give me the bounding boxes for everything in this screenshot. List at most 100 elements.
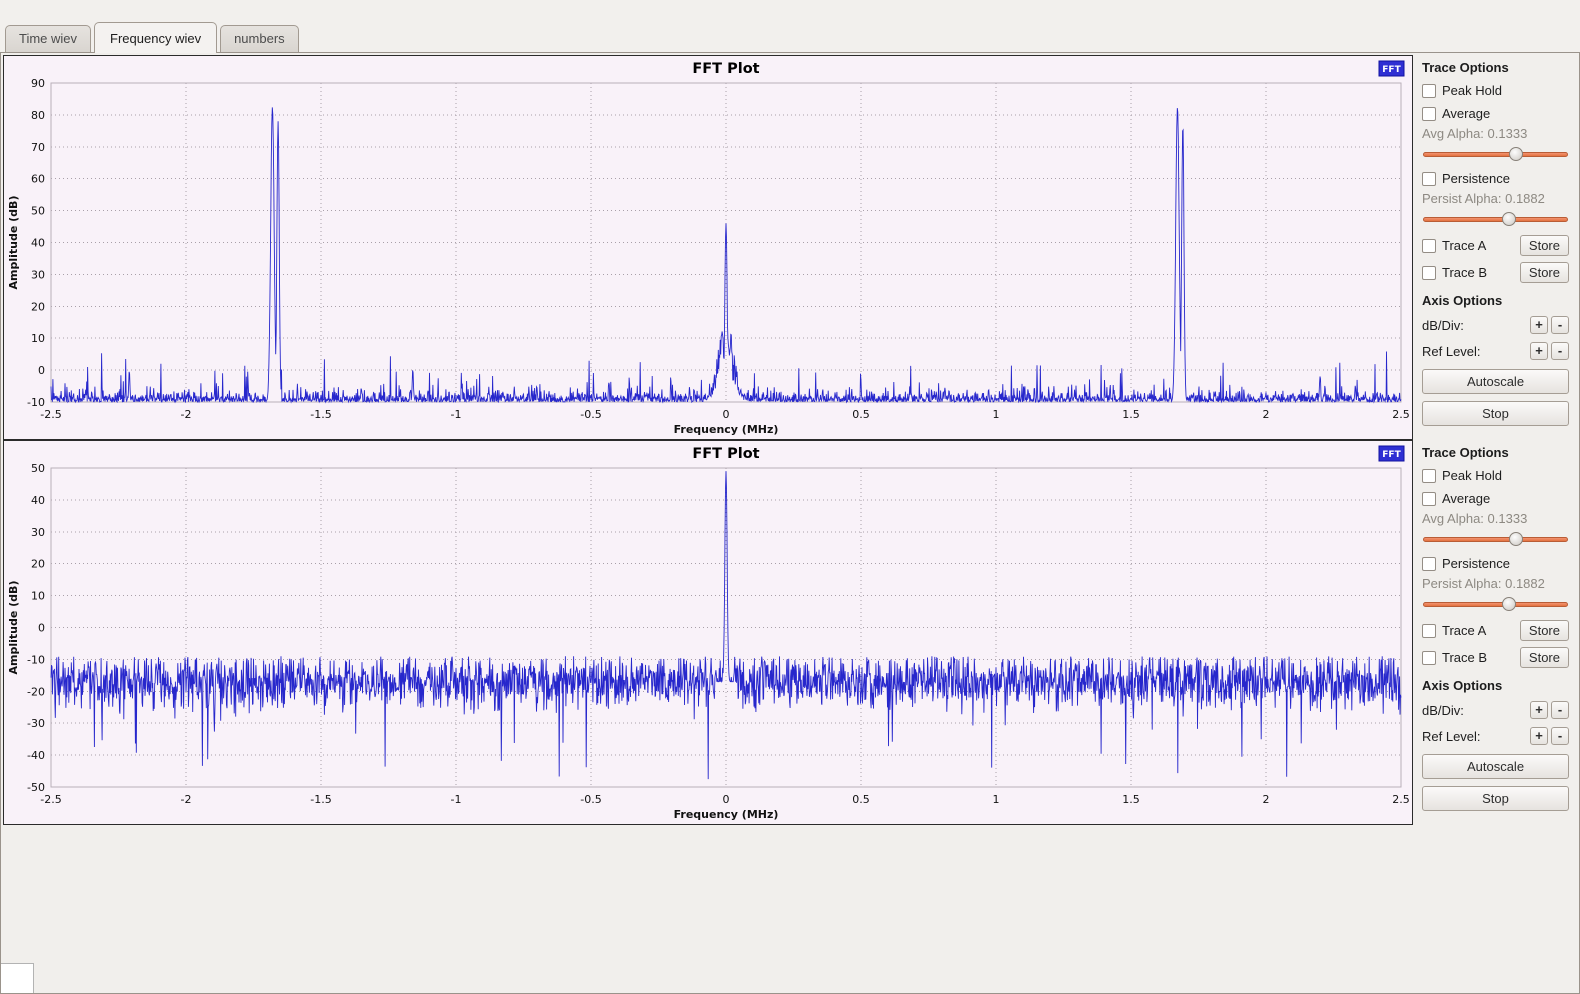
avg-alpha-slider[interactable] — [1423, 531, 1568, 548]
fft-plot-top[interactable]: -2.5-2-1.5-1-0.500.511.522.5-10010203040… — [3, 55, 1413, 440]
trace-b-label: Trace B — [1442, 265, 1487, 280]
fft-plot-top-canvas[interactable]: -2.5-2-1.5-1-0.500.511.522.5-10010203040… — [4, 56, 1412, 439]
slider-track — [1423, 152, 1568, 157]
ref-level-plus-button[interactable]: + — [1530, 727, 1548, 745]
persist-alpha-slider[interactable] — [1423, 211, 1568, 228]
peak-hold-label: Peak Hold — [1442, 468, 1502, 483]
db-div-row: dB/Div: + - — [1422, 314, 1569, 336]
svg-text:1.5: 1.5 — [1122, 408, 1140, 421]
persist-alpha-label: Persist Alpha: 0.1882 — [1422, 191, 1569, 209]
autoscale-button[interactable]: Autoscale — [1422, 369, 1569, 394]
trace-b-checkbox[interactable]: Trace B — [1422, 262, 1520, 283]
svg-text:-50: -50 — [27, 781, 45, 794]
checkbox-icon — [1422, 172, 1436, 186]
db-div-plus-button[interactable]: + — [1530, 316, 1548, 334]
svg-text:FFT: FFT — [1382, 450, 1401, 460]
ref-level-label: Ref Level: — [1422, 729, 1527, 744]
trace-a-checkbox[interactable]: Trace A — [1422, 620, 1520, 641]
peak-hold-label: Peak Hold — [1442, 83, 1502, 98]
peak-hold-checkbox[interactable]: Peak Hold — [1422, 465, 1569, 486]
average-label: Average — [1442, 106, 1490, 121]
trace-b-checkbox[interactable]: Trace B — [1422, 647, 1520, 668]
svg-text:-10: -10 — [27, 653, 45, 666]
db-div-minus-button[interactable]: - — [1551, 701, 1569, 719]
svg-text:80: 80 — [31, 109, 45, 122]
svg-text:-0.5: -0.5 — [580, 793, 601, 806]
trace-b-row: Trace B Store — [1422, 645, 1569, 670]
stop-button[interactable]: Stop — [1422, 786, 1569, 811]
slider-handle[interactable] — [1502, 212, 1516, 226]
fft-plot-bottom[interactable]: -2.5-2-1.5-1-0.500.511.522.5-50-40-30-20… — [3, 440, 1413, 825]
svg-text:Frequency (MHz): Frequency (MHz) — [674, 423, 779, 436]
svg-text:70: 70 — [31, 141, 45, 154]
stop-button[interactable]: Stop — [1422, 401, 1569, 426]
tab-frequency-view[interactable]: Frequency wiev — [94, 22, 217, 53]
slider-handle[interactable] — [1502, 597, 1516, 611]
persistence-checkbox[interactable]: Persistence — [1422, 168, 1569, 189]
ref-level-row: Ref Level: + - — [1422, 340, 1569, 362]
trace-a-label: Trace A — [1442, 238, 1486, 253]
svg-text:2.5: 2.5 — [1392, 793, 1410, 806]
control-panel-top: Trace Options Peak Hold Average Avg Alph… — [1413, 55, 1577, 440]
svg-text:FFT: FFT — [1382, 65, 1401, 75]
db-div-minus-button[interactable]: - — [1551, 316, 1569, 334]
svg-text:FFT Plot: FFT Plot — [692, 61, 759, 77]
tab-content: -2.5-2-1.5-1-0.500.511.522.5-10010203040… — [0, 52, 1580, 994]
trace-b-row: Trace B Store — [1422, 260, 1569, 285]
checkbox-icon — [1422, 84, 1436, 98]
persistence-checkbox[interactable]: Persistence — [1422, 553, 1569, 574]
svg-text:20: 20 — [31, 300, 45, 313]
svg-text:1.5: 1.5 — [1122, 793, 1140, 806]
fft-section-top: -2.5-2-1.5-1-0.500.511.522.5-10010203040… — [3, 55, 1577, 440]
svg-text:-2: -2 — [181, 793, 192, 806]
slider-track — [1423, 217, 1568, 222]
checkbox-icon — [1422, 469, 1436, 483]
trace-a-checkbox[interactable]: Trace A — [1422, 235, 1520, 256]
slider-handle[interactable] — [1509, 147, 1523, 161]
svg-text:30: 30 — [31, 526, 45, 539]
store-trace-b-button[interactable]: Store — [1520, 647, 1569, 668]
checkbox-icon — [1422, 239, 1436, 253]
avg-alpha-slider[interactable] — [1423, 146, 1568, 163]
svg-text:-1: -1 — [451, 793, 462, 806]
corner-widget — [1, 963, 34, 993]
average-checkbox[interactable]: Average — [1422, 103, 1569, 124]
control-panel-bottom: Trace Options Peak Hold Average Avg Alph… — [1413, 440, 1577, 825]
persist-alpha-slider[interactable] — [1423, 596, 1568, 613]
autoscale-button[interactable]: Autoscale — [1422, 754, 1569, 779]
slider-handle[interactable] — [1509, 532, 1523, 546]
trace-a-label: Trace A — [1442, 623, 1486, 638]
svg-text:Amplitude (dB): Amplitude (dB) — [7, 196, 20, 290]
tab-numbers[interactable]: numbers — [220, 25, 299, 52]
tab-time-view[interactable]: Time wiev — [5, 25, 91, 52]
db-div-plus-button[interactable]: + — [1530, 701, 1548, 719]
ref-level-minus-button[interactable]: - — [1551, 342, 1569, 360]
ref-level-plus-button[interactable]: + — [1530, 342, 1548, 360]
svg-text:-2.5: -2.5 — [40, 793, 61, 806]
average-checkbox[interactable]: Average — [1422, 488, 1569, 509]
svg-text:-0.5: -0.5 — [580, 408, 601, 421]
svg-text:-30: -30 — [27, 717, 45, 730]
svg-text:30: 30 — [31, 268, 45, 281]
fft-chart-svg: -2.5-2-1.5-1-0.500.511.522.5-50-40-30-20… — [4, 441, 1412, 824]
avg-alpha-label: Avg Alpha: 0.1333 — [1422, 511, 1569, 529]
store-trace-b-button[interactable]: Store — [1520, 262, 1569, 283]
svg-text:0.5: 0.5 — [852, 408, 870, 421]
svg-text:0: 0 — [723, 408, 730, 421]
checkbox-icon — [1422, 107, 1436, 121]
svg-text:Amplitude (dB): Amplitude (dB) — [7, 581, 20, 675]
store-trace-a-button[interactable]: Store — [1520, 620, 1569, 641]
peak-hold-checkbox[interactable]: Peak Hold — [1422, 80, 1569, 101]
axis-options-title: Axis Options — [1422, 293, 1569, 310]
trace-b-label: Trace B — [1442, 650, 1487, 665]
svg-text:10: 10 — [31, 332, 45, 345]
slider-track — [1423, 537, 1568, 542]
svg-text:FFT Plot: FFT Plot — [692, 446, 759, 462]
svg-text:20: 20 — [31, 558, 45, 571]
store-trace-a-button[interactable]: Store — [1520, 235, 1569, 256]
svg-text:-2: -2 — [181, 408, 192, 421]
db-div-label: dB/Div: — [1422, 318, 1527, 333]
svg-text:-2.5: -2.5 — [40, 408, 61, 421]
ref-level-minus-button[interactable]: - — [1551, 727, 1569, 745]
fft-plot-bottom-canvas[interactable]: -2.5-2-1.5-1-0.500.511.522.5-50-40-30-20… — [4, 441, 1412, 824]
